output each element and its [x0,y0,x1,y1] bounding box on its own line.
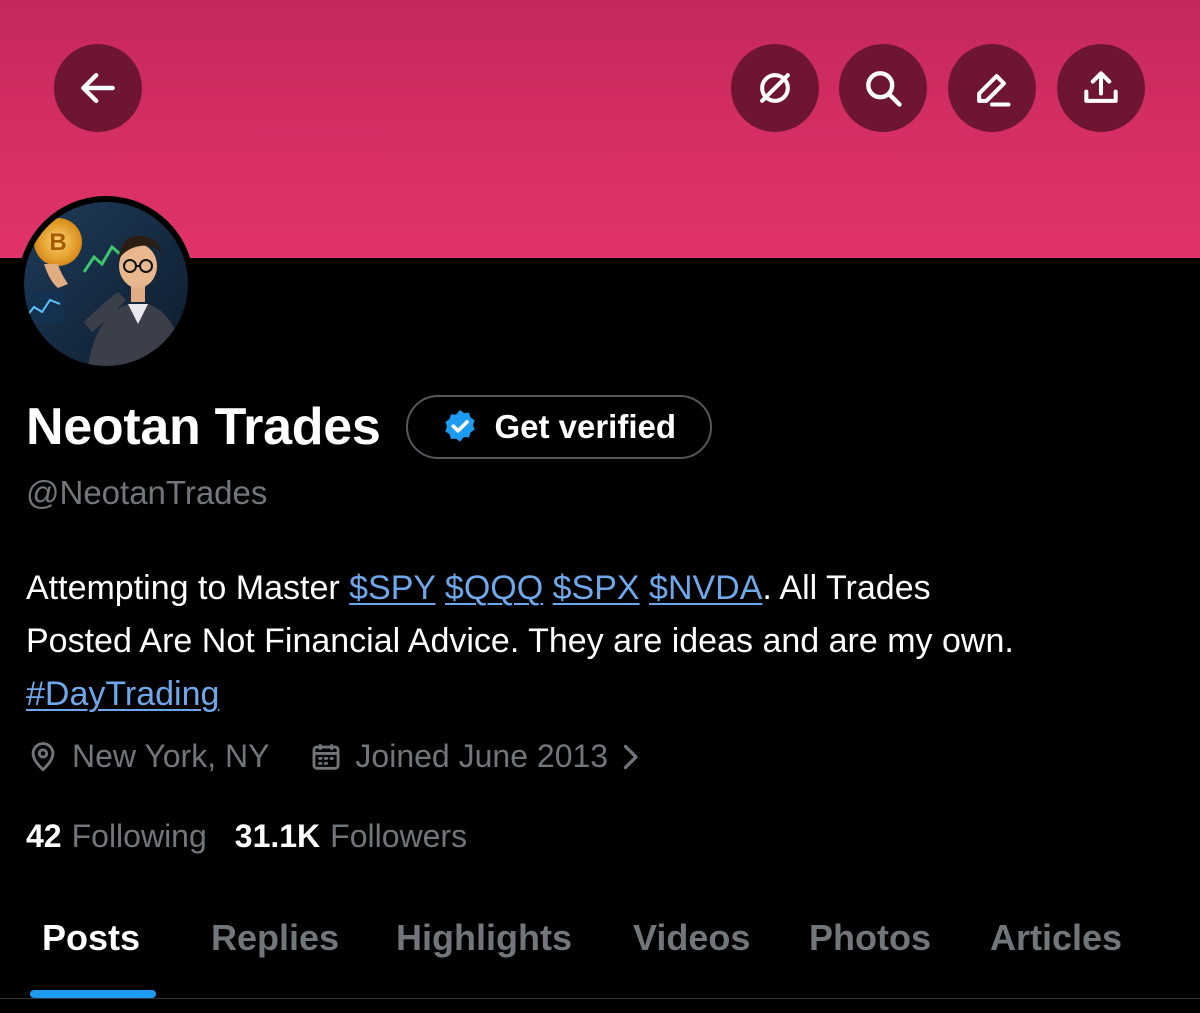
get-verified-button[interactable]: Get verified [406,395,713,459]
pencil-icon [977,74,1011,107]
search-icon [866,71,902,107]
tab-videos[interactable]: Videos [633,905,750,999]
bio: Attempting to Master $SPY $QQQ $SPX $NVD… [26,562,1176,721]
following-count: 42 [26,818,62,854]
tab-photos[interactable]: Photos [809,905,931,999]
calendar-icon [312,743,340,770]
location-text: New York, NY [72,738,270,774]
join-date-text: Joined June 2013 [355,738,609,774]
verified-badge-icon [445,410,476,442]
followers-stat[interactable]: 31.1K Followers [235,818,467,855]
hide-account-button[interactable] [731,44,819,132]
profile-tabs: Posts Replies Highlights Videos Photos A… [0,905,1200,999]
following-label: Following [71,818,207,854]
tab-replies[interactable]: Replies [211,905,339,999]
chevron-right-icon [618,742,642,772]
hashtag-link[interactable]: #DayTrading [26,675,219,713]
ticker-link-spx[interactable]: $SPX [553,569,640,607]
share-button[interactable] [1057,44,1145,132]
profile-meta: New York, NY Joined June 2013 [26,738,642,775]
followers-count: 31.1K [234,818,321,854]
tab-highlights[interactable]: Highlights [396,905,572,999]
active-tab-indicator [30,990,156,998]
upload-icon [1084,71,1118,103]
bio-text: . All Trades [762,569,931,607]
back-button[interactable] [54,44,142,132]
profile-banner [0,0,1200,258]
edit-button[interactable] [948,44,1036,132]
ticker-link-qqq[interactable]: $QQQ [445,569,543,607]
svg-text:B: B [49,229,66,256]
get-verified-label: Get verified [494,408,677,445]
avatar: B [24,202,188,366]
name-row: Neotan Trades Get verified [26,395,713,459]
follow-stats: 42 Following 31.1K Followers [26,818,467,855]
tab-posts[interactable]: Posts [42,905,140,999]
arrow-left-icon [81,72,115,104]
tab-articles[interactable]: Articles [990,905,1122,999]
ticker-link-spy[interactable]: $SPY [349,569,435,607]
search-button[interactable] [839,44,927,132]
join-date[interactable]: Joined June 2013 [309,738,642,775]
avatar-frame[interactable]: B [18,196,194,372]
tabs-divider [0,998,1200,999]
following-stat[interactable]: 42 Following [26,818,207,855]
display-name: Neotan Trades [26,398,381,456]
ticker-link-nvda[interactable]: $NVDA [649,569,762,607]
slashed-circle-icon [760,73,790,103]
followers-label: Followers [330,818,468,854]
handle: @NeotanTrades [26,474,268,511]
bio-text: Posted Are Not Financial Advice. They ar… [26,622,1014,660]
bio-text: Attempting to Master [26,569,350,607]
location: New York, NY [26,738,269,775]
location-pin-icon [31,741,55,771]
